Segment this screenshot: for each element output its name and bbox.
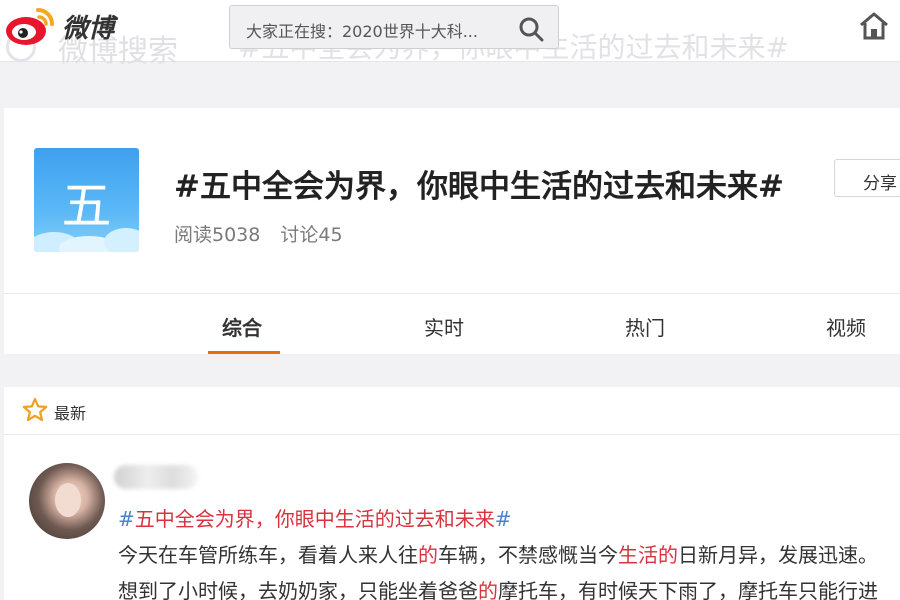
feed-header-label: 最新 [54,404,87,423]
read-count: 阅读5038 [174,224,261,246]
post-text-segment: 车辆，不禁感慨当今 [438,543,618,567]
page-title: #五中全会为界，你眼中生活的过去和未来# [174,169,784,205]
discussion-count: 讨论45 [280,224,343,246]
post-text-segment: 想到了小时候，去奶奶家，只能坐着爸爸 [118,579,478,600]
post-text-segment: 今天在车管所练车，看着人来人往 [118,543,418,567]
topic-hash-open: # [118,507,135,531]
topic-logo: 五 [34,148,139,252]
feed-header: 最新 [4,387,900,435]
tab-video[interactable]: 视频 [826,312,866,341]
post-text-line-2: 想到了小时候，去奶奶家，只能坐着爸爸的摩托车，有时候天下雨了，摩托车只能行进 [118,575,878,600]
topic-link-text: 五中全会为界，你眼中生活的过去和未来 [134,507,495,531]
post-text-line-1: 今天在车管所练车，看着人来人往的车辆，不禁感慨当今生活的日新月异，发展迅速。 [118,539,878,568]
post-text-segment: 日新月异，发展迅速。 [678,543,878,567]
home-icon[interactable] [858,10,890,42]
topic-header-card: 五 #五中全会为界，你眼中生活的过去和未来# 阅读5038 讨论45 分享 综合 … [4,108,900,354]
feed-card: 最新 #五中全会为界，你眼中生活的过去和未来# 今天在车管所练车，看着人来人往的… [4,387,900,600]
post-highlight: 的 [418,543,438,567]
topic-hash-close: # [494,507,512,531]
post-highlight: 生活的 [618,543,678,567]
weibo-eye-icon [6,8,54,45]
topic-tabs: 综合 实时 热门 视频 [4,293,900,354]
post-text-segment: 摩托车，有时候天下雨了，摩托车只能行进 [498,579,878,600]
search-placeholder: 大家正在搜：2020世界十大科... [246,22,478,41]
post-highlight: 的 [478,579,498,600]
weibo-logo[interactable]: 微博 [4,4,114,48]
avatar-face [55,483,81,517]
active-tab-indicator [208,351,280,354]
search-input[interactable]: 大家正在搜：2020世界十大科... [229,5,559,49]
tab-realtime[interactable]: 实时 [424,312,464,341]
top-navbar: 微博搜索 #五中全会为界，你眼中生活的过去和未来# 微博 大家正在搜：2020世… [0,0,900,64]
tab-hot[interactable]: 热门 [625,312,665,341]
username-blurred[interactable] [114,465,198,489]
post-topic-link[interactable]: #五中全会为界，你眼中生活的过去和未来# [118,503,512,532]
logo-text: 微博 [62,13,115,44]
star-icon [22,397,48,422]
tab-comprehensive[interactable]: 综合 [222,312,262,341]
topic-stats: 阅读5038 讨论45 [174,220,343,247]
topic-logo-char: 五 [61,177,112,235]
share-button[interactable]: 分享 [834,159,900,197]
search-icon[interactable] [518,16,544,42]
avatar[interactable] [29,463,105,539]
